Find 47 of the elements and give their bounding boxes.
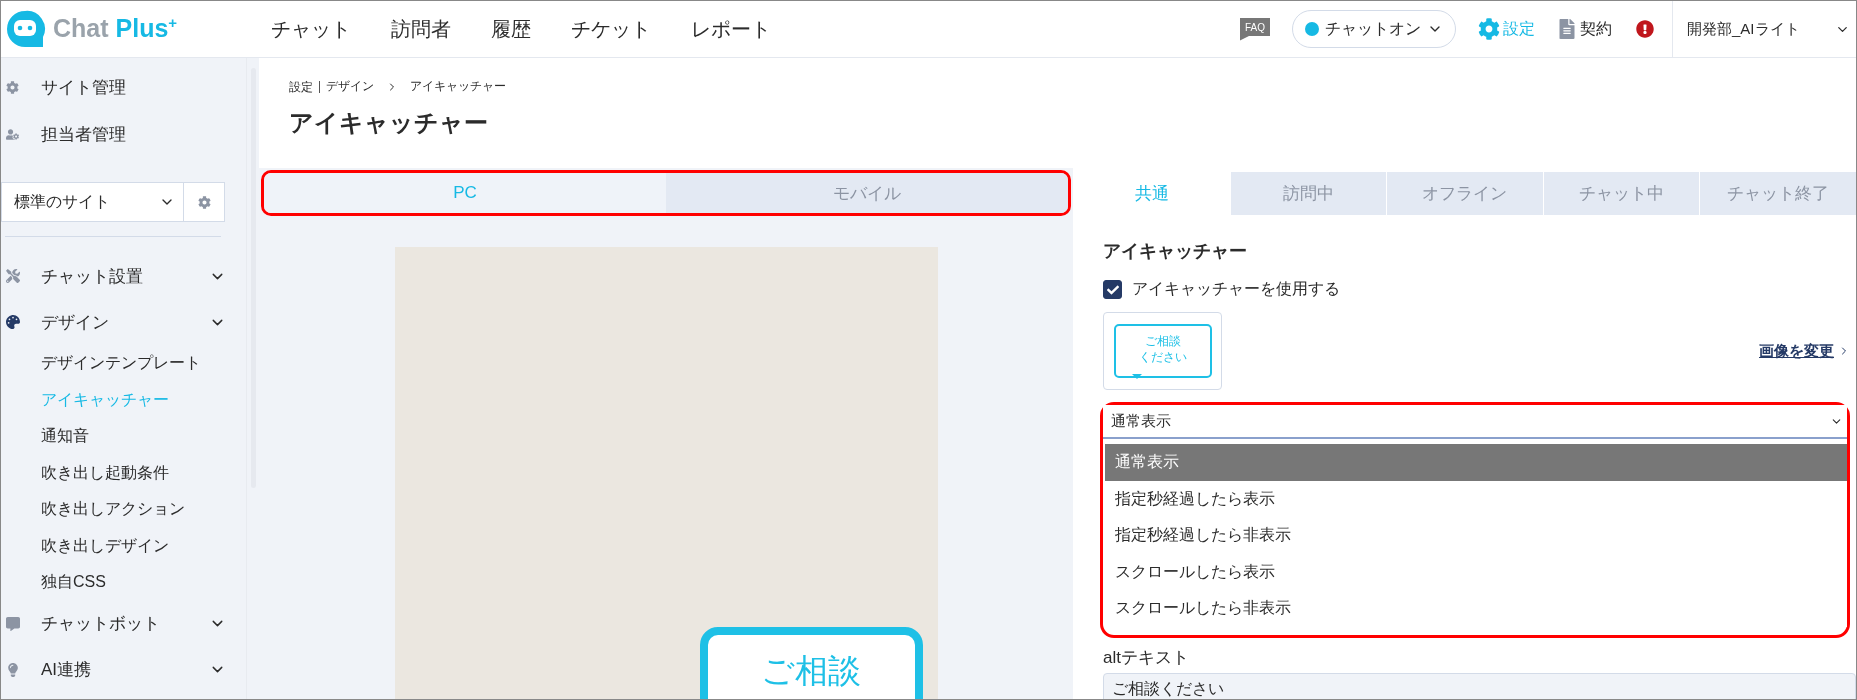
nav-link[interactable]: レポート: [691, 15, 771, 43]
display-select[interactable]: 通常表示: [1103, 405, 1847, 439]
section-heading: アイキャッチャー: [1103, 240, 1248, 263]
sidebar-section[interactable]: チャット設置: [1, 253, 246, 299]
breadcrumb-link[interactable]: 設定: [289, 80, 320, 93]
checkbox-label: アイキャッチャーを使用する: [1132, 279, 1340, 299]
alert-icon[interactable]: [1636, 20, 1654, 38]
sidebar-subitem[interactable]: 吹き出し起動条件: [1, 454, 246, 491]
palette-icon: [6, 315, 20, 329]
gear-icon: [6, 81, 19, 94]
lightbulb-icon: [6, 662, 20, 677]
gear-icon: [197, 195, 211, 209]
sidebar-item[interactable]: 担当者管理: [1, 111, 246, 158]
sidebar-section[interactable]: チャットボット: [1, 600, 246, 647]
field-label: altテキスト: [1103, 646, 1190, 669]
user-menu[interactable]: 開発部_AIライト: [1672, 1, 1856, 57]
tools-icon: [6, 269, 20, 283]
dropdown-option[interactable]: 通常表示: [1105, 444, 1847, 481]
sidebar-section[interactable]: デザイン: [1, 299, 246, 345]
sidebar-subitem[interactable]: デザインテンプレート: [1, 345, 246, 382]
nav-link[interactable]: チャット: [271, 15, 351, 43]
chat-icon: [6, 616, 20, 631]
sidebar-section[interactable]: AI連携: [1, 646, 246, 693]
sidebar-subitem[interactable]: 吹き出しデザイン: [1, 527, 246, 564]
faq-icon[interactable]: FAQ: [1240, 17, 1270, 41]
sidebar-item[interactable]: サイト管理: [1, 64, 246, 111]
change-image-link[interactable]: 画像を変更: [1759, 341, 1850, 361]
alt-text-field[interactable]: ご相談ください: [1103, 672, 1856, 699]
page-title: アイキャッチャー: [289, 108, 489, 138]
sidebar-subitem[interactable]: 通知音: [1, 418, 246, 455]
logo-text: Chat Plus$^{+}$: [53, 14, 178, 44]
sidebar-subitem[interactable]: 独自CSS: [1, 564, 246, 601]
breadcrumb-link[interactable]: デザイン: [320, 78, 380, 95]
contract-link[interactable]: 契約: [1557, 18, 1612, 40]
nav-link[interactable]: 訪問者: [391, 15, 451, 43]
settings-icon: [1478, 18, 1500, 40]
user-gear-icon: [6, 128, 19, 141]
checkbox[interactable]: [1103, 280, 1122, 299]
nav-link[interactable]: チケット: [571, 15, 651, 43]
document-icon: [1557, 19, 1577, 39]
nav-link[interactable]: 履歴: [491, 15, 531, 43]
eye-catcher-bubble: ご相談: [699, 627, 923, 699]
chat-status-dropdown[interactable]: チャットオン: [1292, 10, 1456, 48]
sidebar-subitem[interactable]: 吹き出しアクション: [1, 491, 246, 528]
check-icon: [1106, 283, 1119, 296]
logo-icon: [5, 9, 47, 49]
breadcrumb-link[interactable]: アイキャッチャー: [404, 78, 512, 95]
